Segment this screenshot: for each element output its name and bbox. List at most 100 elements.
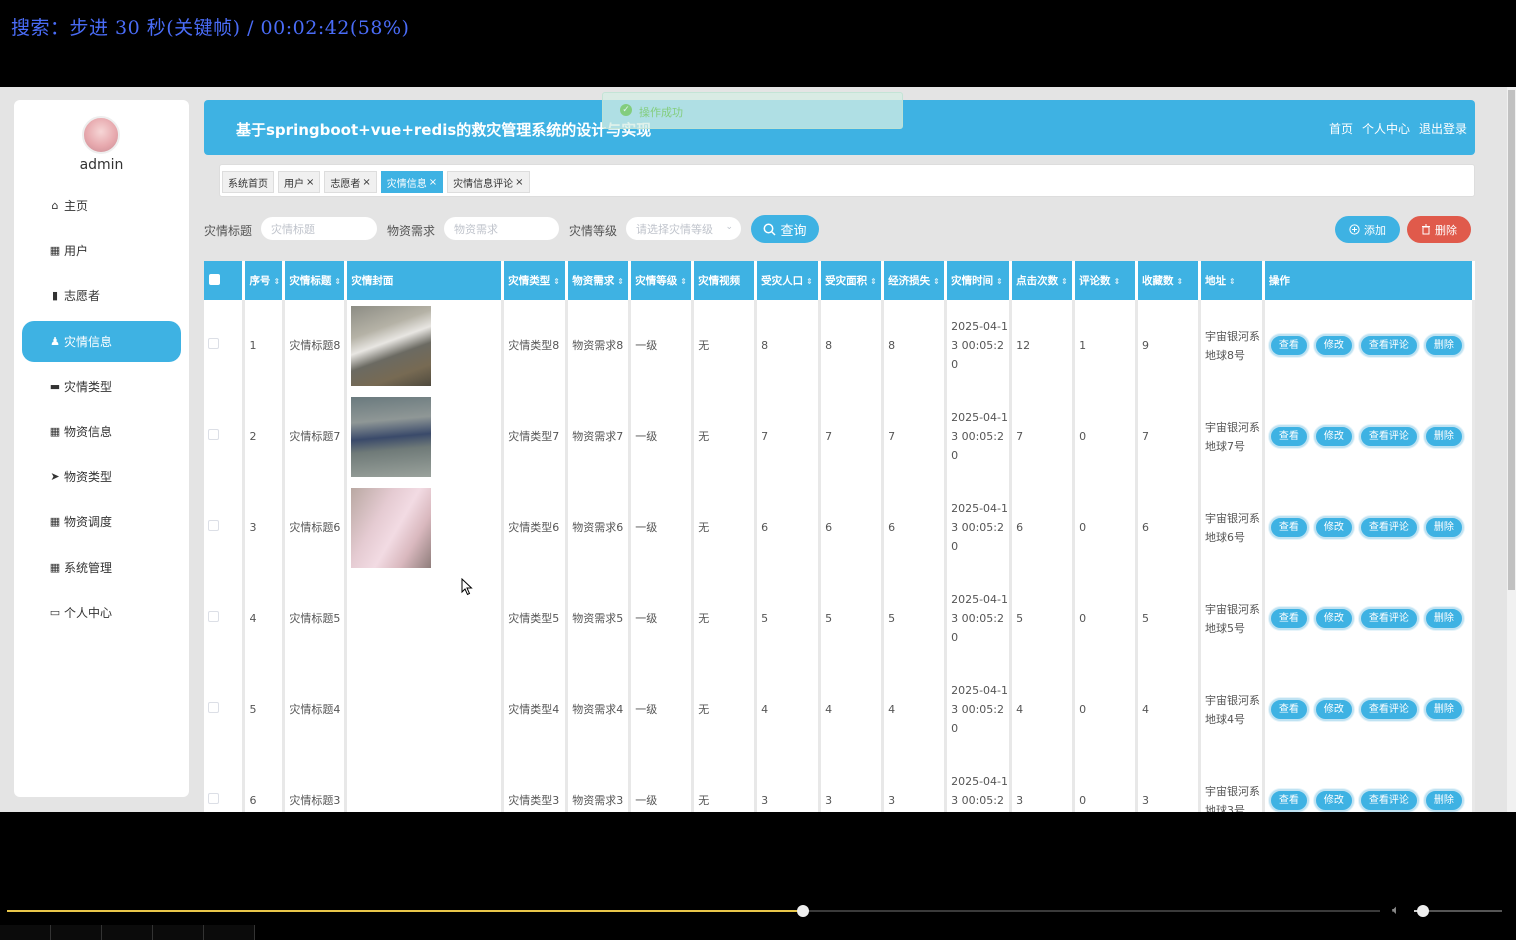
sort-icon[interactable]: ⇕ — [553, 277, 560, 286]
sort-icon[interactable]: ⇕ — [870, 277, 877, 286]
sidebar-item[interactable]: ♟ 灾情信息 — [22, 320, 181, 362]
avatar[interactable] — [82, 116, 120, 154]
sort-icon[interactable]: ⇕ — [1229, 277, 1236, 286]
action-button[interactable]: 查看评论 — [1358, 607, 1419, 630]
sidebar-item[interactable]: ▦ 用户 — [22, 230, 181, 271]
add-button[interactable]: 添加 — [1335, 216, 1400, 243]
row-checkbox[interactable] — [208, 520, 219, 531]
action-buttons: 查看 修改 查看评论 删除 — [1268, 425, 1471, 448]
sidebar-item[interactable]: ➤ 物资类型 — [22, 456, 181, 497]
player-button[interactable] — [51, 925, 102, 940]
sidebar-item[interactable]: ▦ 系统管理 — [22, 547, 181, 588]
cell-need: 物资需求5 — [566, 573, 632, 664]
action-button[interactable]: 修改 — [1313, 425, 1354, 448]
action-button[interactable]: 修改 — [1313, 698, 1354, 721]
close-icon[interactable]: × — [362, 177, 370, 188]
tab-item[interactable]: 用户 × — [278, 171, 321, 193]
sort-icon[interactable]: ⇕ — [806, 277, 813, 286]
action-button[interactable]: 查看 — [1268, 698, 1309, 721]
cover-image[interactable] — [351, 305, 432, 386]
sort-icon[interactable]: ⇕ — [933, 277, 940, 286]
search-form: 灾情标题 灾情标题 物资需求 物资需求 灾情等级 请选择灾情等级 ⌄ 查询 添加… — [204, 215, 1475, 243]
row-checkbox[interactable] — [208, 611, 219, 622]
header-link[interactable]: 首页 — [1329, 120, 1353, 137]
sort-icon[interactable]: ⇕ — [996, 277, 1003, 286]
sort-icon[interactable]: ⇕ — [273, 277, 280, 286]
sort-icon[interactable]: ⇕ — [1177, 277, 1184, 286]
player-button[interactable] — [153, 925, 204, 940]
seek-bar[interactable] — [7, 905, 1380, 917]
title-filter-input[interactable]: 灾情标题 — [260, 216, 378, 241]
volume-icon[interactable]: 🔈︎ — [1392, 903, 1400, 918]
player-button[interactable] — [0, 925, 51, 940]
action-button[interactable]: 删除 — [1423, 698, 1464, 721]
level-filter-select[interactable]: 请选择灾情等级 ⌄ — [625, 216, 742, 241]
action-button[interactable]: 删除 — [1423, 516, 1464, 539]
sidebar-item-label: 物资信息 — [64, 424, 113, 439]
sidebar-item[interactable]: ▮ 志愿者 — [22, 275, 181, 316]
action-button[interactable]: 删除 — [1423, 425, 1464, 448]
select-all-checkbox[interactable] — [209, 273, 220, 285]
sidebar-item[interactable]: ▦ 物资调度 — [22, 501, 181, 542]
sidebar-item[interactable]: ⌂ 主页 — [22, 185, 181, 226]
tab-item[interactable]: 系统首页 — [222, 171, 274, 193]
page-scrollbar[interactable] — [1507, 87, 1516, 812]
cell-title: 灾情标题6 — [283, 482, 348, 573]
row-checkbox[interactable] — [208, 338, 219, 349]
query-button[interactable]: 查询 — [751, 215, 819, 243]
header-link[interactable]: 退出登录 — [1419, 120, 1467, 137]
close-icon[interactable]: × — [515, 177, 523, 188]
action-button[interactable]: 查看 — [1268, 425, 1309, 448]
cover-image[interactable] — [351, 487, 432, 568]
sidebar-item[interactable]: ▬ 灾情类型 — [22, 366, 181, 407]
sidebar-item[interactable]: ▦ 物资信息 — [22, 411, 181, 452]
action-button[interactable]: 查看评论 — [1358, 425, 1419, 448]
sidebar-item-label: 物资类型 — [64, 470, 113, 485]
sort-icon[interactable]: ⇕ — [1114, 277, 1121, 286]
action-button[interactable]: 查看 — [1268, 789, 1309, 812]
need-filter-input[interactable]: 物资需求 — [443, 216, 560, 241]
player-button[interactable] — [204, 925, 255, 940]
action-button[interactable]: 查看 — [1268, 607, 1309, 630]
action-button[interactable]: 查看评论 — [1358, 698, 1419, 721]
action-button[interactable]: 查看 — [1268, 334, 1309, 357]
header-link[interactable]: 个人中心 — [1362, 120, 1410, 137]
sort-icon[interactable]: ⇕ — [680, 277, 687, 286]
delete-button[interactable]: 删除 — [1407, 216, 1471, 243]
action-button[interactable]: 删除 — [1423, 789, 1464, 812]
sort-icon[interactable]: ⇕ — [617, 277, 624, 286]
cell-video: 无 — [692, 573, 758, 664]
action-button[interactable]: 修改 — [1313, 607, 1354, 630]
action-button[interactable]: 查看 — [1268, 516, 1309, 539]
player-button[interactable] — [102, 925, 153, 940]
sidebar-item[interactable]: ▭ 个人中心 — [22, 592, 181, 633]
action-button[interactable]: 查看评论 — [1358, 789, 1419, 812]
volume-handle[interactable] — [1416, 905, 1429, 917]
action-buttons: 查看 修改 查看评论 删除 — [1268, 334, 1471, 357]
action-button[interactable]: 删除 — [1423, 334, 1464, 357]
sort-icon[interactable]: ⇕ — [334, 277, 341, 286]
action-button[interactable]: 修改 — [1313, 789, 1354, 812]
sidebar-item-label: 用户 — [64, 244, 89, 259]
row-checkbox[interactable] — [208, 429, 219, 440]
row-checkbox[interactable] — [208, 793, 219, 804]
tab-item[interactable]: 灾情信息 × — [380, 171, 444, 193]
close-icon[interactable]: × — [306, 177, 314, 188]
action-button[interactable]: 修改 — [1313, 334, 1354, 357]
tab-item[interactable]: 志愿者 × — [324, 171, 377, 193]
column-label: 受灾面积 — [825, 275, 868, 287]
action-button[interactable]: 删除 — [1423, 607, 1464, 630]
cell-favs: 4 — [1136, 664, 1201, 755]
scrollbar-thumb[interactable] — [1508, 90, 1515, 590]
action-button[interactable]: 查看评论 — [1358, 334, 1419, 357]
action-button[interactable]: 查看评论 — [1358, 516, 1419, 539]
row-checkbox[interactable] — [208, 702, 219, 713]
cover-image[interactable] — [351, 396, 432, 477]
action-button[interactable]: 修改 — [1313, 516, 1354, 539]
volume-slider[interactable] — [1414, 905, 1502, 917]
column-label: 受灾人口 — [761, 275, 804, 287]
close-icon[interactable]: × — [429, 177, 437, 188]
toast-message: 操作成功 — [639, 106, 683, 119]
tab-item[interactable]: 灾情信息评论 × — [447, 171, 530, 193]
sort-icon[interactable]: ⇕ — [1061, 277, 1068, 286]
